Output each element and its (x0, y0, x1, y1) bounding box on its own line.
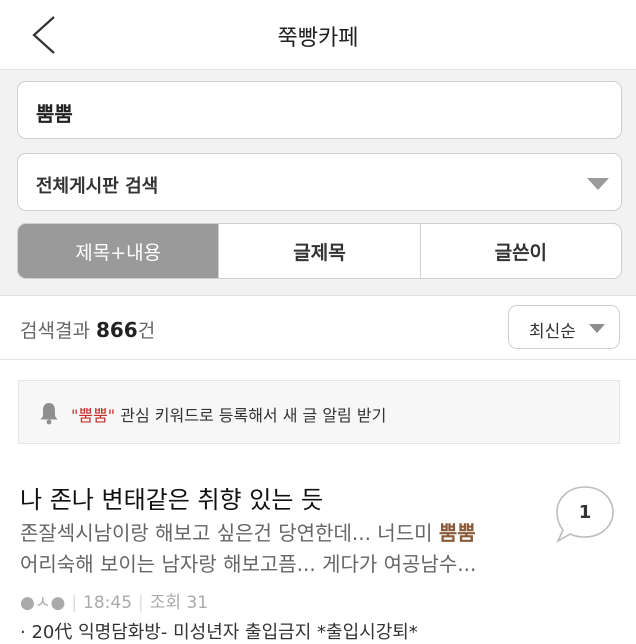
post-author: ●ㅅ● (20, 593, 66, 613)
post-meta: ●ㅅ● | 18:45 | 조회 31 (20, 593, 209, 613)
excerpt-line2: 어리숙해 보이는 남자랑 해보고픔... 게다가 여공남수... (20, 552, 477, 576)
comment-count: 1 (578, 502, 592, 523)
page-title: 쭉빵카페 (277, 26, 359, 51)
list-item[interactable]: 나 존나 변태같은 취향 있는 듯 존잘섹시남이랑 해보고 싶은건 당연한데..… (0, 470, 636, 644)
alert-keyword: "뿜뿜" (71, 406, 116, 425)
keyword-alert-text: "뿜뿜" 관심 키워드로 등록해서 새 글 알림 받기 (71, 402, 386, 426)
alert-message: 관심 키워드로 등록해서 새 글 알림 받기 (115, 406, 387, 425)
result-bar: 검색결과 866건 최신순 (0, 296, 636, 360)
tab-author[interactable]: 글쓴이 (419, 224, 621, 278)
search-scope-tabs: 제목+내용 글제목 글쓴이 (17, 223, 622, 279)
sort-dropdown[interactable]: 최신순 (508, 305, 620, 349)
board-select-value: 전체게시판 검색 (36, 176, 159, 197)
result-count: 검색결과 866건 (20, 316, 155, 343)
post-excerpt: 존잘섹시남이랑 해보고 싶은건 당연한데... 너드미 뿜뿜 어리숙해 보이는 … (20, 518, 540, 580)
post-views: 조회 31 (149, 593, 209, 613)
post-title: 나 존나 변태같은 취향 있는 듯 (20, 486, 324, 514)
search-input[interactable]: 뿜뿜 (17, 81, 622, 139)
excerpt-highlight: 뿜뿜 (438, 521, 476, 545)
top-bar: 쭉빵카페 (0, 0, 636, 70)
board-select[interactable]: 전체게시판 검색 (17, 153, 622, 211)
result-count-number: 866 (95, 318, 138, 342)
search-panel: 뿜뿜 전체게시판 검색 제목+내용 글제목 글쓴이 (0, 70, 636, 296)
comment-count-bubble[interactable]: 1 (554, 484, 616, 544)
bell-icon (40, 403, 58, 425)
dropdown-triangle-icon (587, 178, 609, 190)
sort-label: 최신순 (529, 322, 576, 342)
result-count-prefix: 검색결과 (20, 320, 90, 342)
sort-triangle-icon (589, 324, 605, 333)
tab-title[interactable]: 글제목 (218, 224, 419, 278)
keyword-alert-banner[interactable]: "뿜뿜" 관심 키워드로 등록해서 새 글 알림 받기 (18, 380, 620, 444)
post-board-name: · 20代 익명담화방- 미성년자 출입금지 *출입시강퇴* (20, 622, 418, 643)
excerpt-line1: 존잘섹시남이랑 해보고 싶은건 당연한데... 너드미 (20, 521, 439, 545)
search-query-text: 뿜뿜 (36, 102, 73, 126)
tab-title-content[interactable]: 제목+내용 (18, 224, 219, 278)
result-count-suffix: 건 (137, 320, 156, 342)
post-time: 18:45 (83, 593, 133, 613)
